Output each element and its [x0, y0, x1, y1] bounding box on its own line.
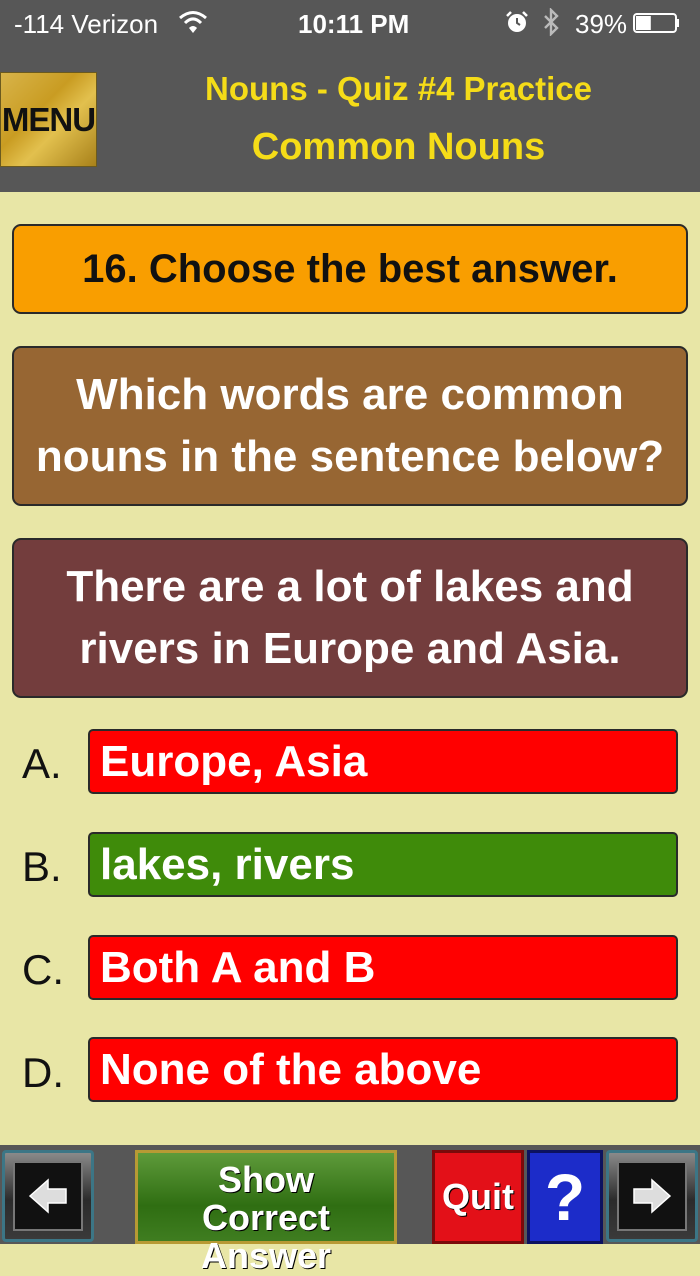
option-c-letter: C. [22, 946, 64, 993]
menu-button[interactable]: MENU [0, 72, 97, 167]
option-a-button[interactable]: Europe, Asia [88, 729, 678, 794]
option-d-letter: D. [22, 1049, 64, 1096]
option-d-button[interactable]: None of the above [88, 1037, 678, 1102]
wifi-icon [179, 11, 207, 33]
next-button[interactable] [606, 1150, 698, 1242]
quit-button[interactable]: Quit [432, 1150, 524, 1244]
alarm-icon [506, 11, 528, 32]
carrier-label: -114 Verizon [14, 9, 159, 39]
previous-button[interactable] [2, 1150, 94, 1242]
status-bar: -114 Verizon 10:11 PM 39% [0, 0, 700, 48]
instruction-text: 16. Choose the best answer. [82, 246, 618, 291]
battery-icon [633, 13, 679, 33]
battery-percent: 39% [575, 9, 628, 39]
option-a-label: Europe, Asia [100, 736, 368, 786]
clock: 10:11 PM [298, 9, 410, 39]
bluetooth-icon [544, 8, 559, 36]
option-b-letter: B. [22, 843, 62, 890]
sentence-text: There are a lot of lakes and rivers in E… [66, 562, 634, 673]
header-bar: -114 Verizon 10:11 PM 39% MENU Nouns - Q… [0, 0, 700, 192]
question-box: Which words are common nouns in the sent… [12, 346, 688, 506]
show-correct-answer-button[interactable]: Show Correct Answer [135, 1150, 397, 1275]
option-b-label: lakes, rivers [100, 839, 355, 889]
arrow-left-icon [13, 1161, 83, 1231]
arrow-right-icon [617, 1161, 687, 1231]
question-text: Which words are common nouns in the sent… [35, 370, 665, 481]
quiz-title: Nouns - Quiz #4 Practice [205, 70, 592, 107]
option-c-button[interactable]: Both A and B [88, 935, 678, 1000]
quiz-subtitle: Common Nouns [251, 126, 546, 168]
option-a-letter: A. [22, 740, 62, 787]
show-answer-line2: Correct Answer [200, 1197, 332, 1276]
show-answer-line1: Show [218, 1159, 314, 1200]
option-d-label: None of the above [100, 1044, 482, 1094]
help-button[interactable]: ? [527, 1150, 603, 1244]
option-c-label: Both A and B [100, 942, 376, 992]
option-b-button[interactable]: lakes, rivers [88, 832, 678, 897]
instruction-box: 16. Choose the best answer. [12, 224, 688, 314]
sentence-box: There are a lot of lakes and rivers in E… [12, 538, 688, 698]
